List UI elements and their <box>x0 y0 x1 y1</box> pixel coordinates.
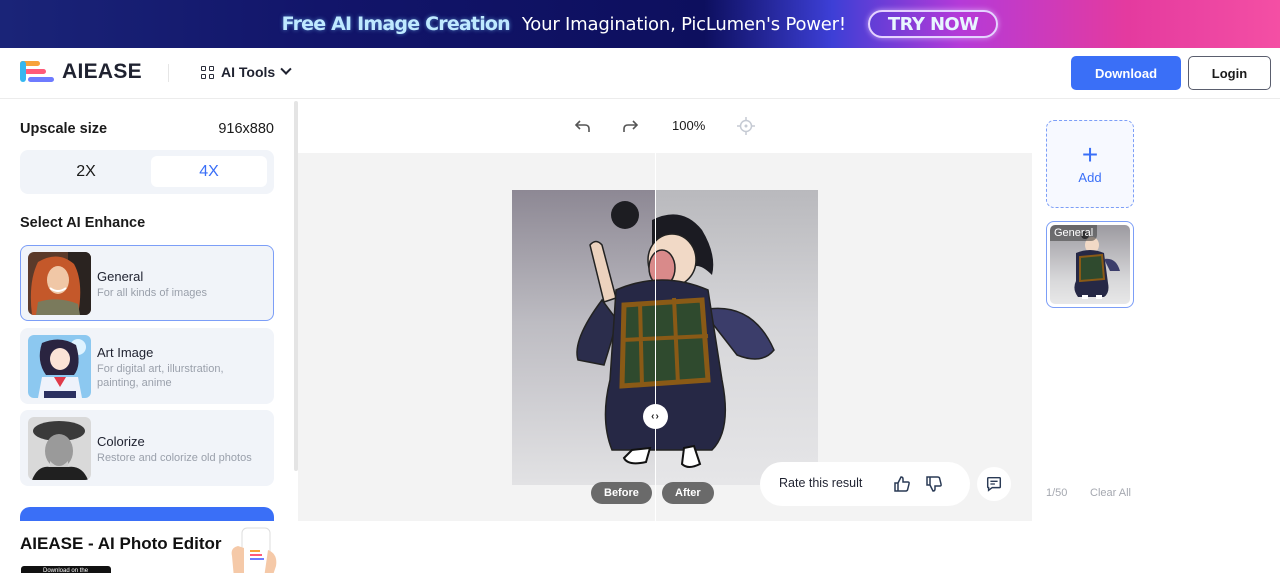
enhance-option-title: General <box>97 269 144 284</box>
recenter-icon[interactable] <box>736 116 756 136</box>
banner-subtitle: Your Imagination, PicLumen's Power! <box>521 13 846 35</box>
upscale-size-value: 916x880 <box>218 121 274 137</box>
enhance-option-title: Art Image <box>97 345 154 360</box>
feedback-button[interactable] <box>977 467 1011 501</box>
history-panel: + Add General 1/50 Clear All <box>1032 99 1280 521</box>
app-promo[interactable]: AIEASE - AI Photo Editor Download on the <box>0 521 293 573</box>
logo-text: AIEASE <box>62 60 142 83</box>
rating-bar: Rate this result <box>760 462 970 506</box>
art-image-thumbnail <box>28 335 91 398</box>
grid-icon <box>201 65 214 79</box>
download-button[interactable]: Download <box>1071 56 1181 90</box>
chevron-down-icon <box>280 63 292 75</box>
banner-try-now-button[interactable]: TRY NOW <box>867 10 999 38</box>
comparison-slider-handle[interactable]: ‹› <box>643 404 668 429</box>
undo-icon[interactable] <box>573 116 593 136</box>
enhance-option-desc: For all kinds of images <box>97 287 208 299</box>
enhance-option-colorize[interactable]: Colorize Restore and colorize old photos <box>20 410 274 486</box>
banner-title: Free AI Image Creation <box>281 13 511 35</box>
header-divider <box>168 64 169 82</box>
clear-all-button[interactable]: Clear All <box>1090 487 1131 499</box>
add-image-button[interactable]: + Add <box>1046 120 1134 208</box>
thumbs-up-icon[interactable] <box>892 474 912 494</box>
app-store-badge[interactable]: Download on the <box>21 566 111 573</box>
promo-banner[interactable]: Free AI Image Creation Your Imagination,… <box>0 0 1280 48</box>
comparison-image[interactable] <box>512 190 818 485</box>
ai-tools-menu[interactable]: AI Tools <box>201 63 292 80</box>
plus-icon: + <box>1081 139 1099 170</box>
add-label: Add <box>1078 170 1102 185</box>
select-enhance-label: Select AI Enhance <box>20 215 146 231</box>
character-illustration <box>512 190 818 485</box>
logo-icon <box>20 61 54 83</box>
top-navbar: AIEASE AI Tools Download Login <box>0 48 1280 99</box>
settings-panel: Upscale size 916x880 2X 4X Select AI Enh… <box>0 99 293 573</box>
comparison-divider[interactable] <box>655 153 656 521</box>
logo[interactable]: AIEASE <box>20 60 142 84</box>
zoom-level: 100% <box>672 118 706 133</box>
enhance-option-desc: For digital art, illurstration, painting… <box>97 363 224 389</box>
enhance-option-art-image[interactable]: Art Image For digital art, illurstration… <box>20 328 274 404</box>
enhance-option-desc: Restore and colorize old photos <box>97 452 252 464</box>
colorize-thumbnail <box>28 417 91 480</box>
enhance-option-title: Colorize <box>97 434 145 449</box>
scale-option-2x[interactable]: 2X <box>28 156 144 187</box>
history-item-tag: General <box>1050 225 1098 241</box>
login-button[interactable]: Login <box>1188 56 1271 90</box>
thumbs-down-icon[interactable] <box>924 474 944 494</box>
history-count: 1/50 <box>1046 487 1068 499</box>
history-thumbnail: General <box>1050 225 1130 304</box>
phone-hand-icon <box>228 526 280 573</box>
comment-icon <box>986 476 1002 492</box>
scale-selector: 2X 4X <box>20 150 274 194</box>
app-store-badge-text: Download on the <box>43 568 89 573</box>
ai-tools-label: AI Tools <box>221 64 276 80</box>
redo-icon[interactable] <box>620 116 640 136</box>
rate-label: Rate this result <box>779 476 863 490</box>
history-item[interactable]: General <box>1046 221 1134 308</box>
scale-option-4x[interactable]: 4X <box>151 156 267 187</box>
upscale-size-label: Upscale size <box>20 121 108 137</box>
promo-title: AIEASE - AI Photo Editor <box>20 534 222 553</box>
after-label[interactable]: After <box>662 482 714 504</box>
canvas-toolbar: 100% <box>298 99 1032 153</box>
image-canvas: 100% ‹› Before After Rate this result <box>298 99 1032 521</box>
enhance-option-general[interactable]: General For all kinds of images <box>20 245 274 321</box>
before-label[interactable]: Before <box>591 482 652 504</box>
general-thumbnail <box>28 252 91 315</box>
